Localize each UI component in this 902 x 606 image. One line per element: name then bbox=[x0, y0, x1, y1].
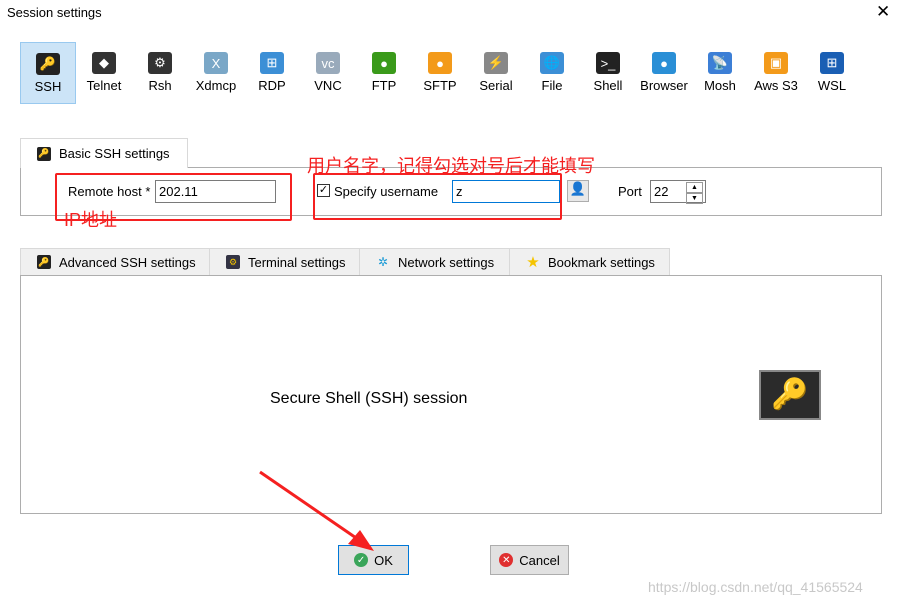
session-type-file[interactable]: 🌐 File bbox=[524, 42, 580, 104]
session-type-telnet[interactable]: ◆ Telnet bbox=[76, 42, 132, 104]
tab-terminal-settings[interactable]: ⚙ Terminal settings bbox=[209, 248, 360, 276]
window-title: Session settings bbox=[7, 5, 102, 20]
session-type-label: Mosh bbox=[704, 78, 736, 93]
session-type-aws-s3[interactable]: ▣ Aws S3 bbox=[748, 42, 804, 104]
session-type-sftp[interactable]: ● SFTP bbox=[412, 42, 468, 104]
cancel-button[interactable]: ✕ Cancel bbox=[490, 545, 569, 575]
session-type-label: Browser bbox=[640, 78, 688, 93]
windows-monitor-icon: ⊞ bbox=[260, 52, 284, 74]
key-icon: 🔑 bbox=[37, 255, 51, 269]
cancel-label: Cancel bbox=[519, 552, 560, 568]
tab-bookmark-settings[interactable]: ★ Bookmark settings bbox=[509, 248, 670, 276]
session-type-label: FTP bbox=[371, 78, 397, 93]
session-type-xdmcp[interactable]: X Xdmcp bbox=[188, 42, 244, 104]
ok-label: OK bbox=[374, 552, 393, 568]
orange-globe-icon: ● bbox=[428, 52, 452, 74]
key-icon: 🔑 bbox=[36, 53, 60, 75]
file-monitor-icon: 🌐 bbox=[540, 52, 564, 74]
session-description: Secure Shell (SSH) session bbox=[270, 390, 468, 407]
session-type-ftp[interactable]: ● FTP bbox=[356, 42, 412, 104]
gem-icon: ◆ bbox=[92, 52, 116, 74]
check-icon: ✓ bbox=[354, 553, 369, 567]
session-type-browser[interactable]: ● Browser bbox=[636, 42, 692, 104]
session-type-label: WSL bbox=[817, 78, 847, 93]
vnc-monitor-icon: vc bbox=[316, 52, 340, 74]
terminal-icon: >_ bbox=[596, 52, 620, 74]
session-type-label: SSH bbox=[34, 79, 62, 94]
tab-label: Advanced SSH settings bbox=[59, 254, 196, 270]
tab-label: Basic SSH settings bbox=[59, 146, 170, 161]
tab-basic-ssh-settings[interactable]: 🔑 Basic SSH settings bbox=[20, 138, 188, 168]
port-spinner[interactable]: ▲ ▼ bbox=[686, 182, 703, 204]
session-type-label: VNC bbox=[314, 78, 342, 93]
session-type-serial[interactable]: ⚡ Serial bbox=[468, 42, 524, 104]
tab-advanced-ssh-settings[interactable]: 🔑 Advanced SSH settings bbox=[20, 248, 210, 276]
session-type-mosh[interactable]: 📡 Mosh bbox=[692, 42, 748, 104]
globe-icon: ● bbox=[652, 52, 676, 74]
session-type-label: Shell bbox=[593, 78, 623, 93]
satellite-icon: 📡 bbox=[708, 52, 732, 74]
session-type-label: Serial bbox=[479, 78, 513, 93]
session-type-label: Xdmcp bbox=[195, 78, 237, 93]
tab-label: Network settings bbox=[398, 254, 495, 270]
green-globe-icon: ● bbox=[372, 52, 396, 74]
session-type-label: RDP bbox=[258, 78, 286, 93]
session-type-label: SFTP bbox=[423, 78, 457, 93]
port-label: Port bbox=[618, 184, 642, 199]
star-icon: ★ bbox=[526, 254, 540, 271]
session-type-ssh[interactable]: 🔑 SSH bbox=[20, 42, 76, 104]
windows-icon: ⊞ bbox=[820, 52, 844, 74]
session-type-wsl[interactable]: ⊞ WSL bbox=[804, 42, 860, 104]
x-monitor-icon: X bbox=[204, 52, 228, 74]
tab-network-settings[interactable]: ✲ Network settings bbox=[359, 248, 510, 276]
tab-label: Terminal settings bbox=[248, 254, 346, 270]
session-type-rdp[interactable]: ⊞ RDP bbox=[244, 42, 300, 104]
session-type-label: Telnet bbox=[86, 78, 122, 93]
session-type-vnc[interactable]: vc VNC bbox=[300, 42, 356, 104]
watermark: https://blog.csdn.net/qq_41565524 bbox=[648, 579, 863, 595]
aws-cubes-icon: ▣ bbox=[764, 52, 788, 74]
cancel-icon: ✕ bbox=[499, 553, 514, 567]
plug-icon: ⚡ bbox=[484, 52, 508, 74]
session-type-rsh[interactable]: ⚙ Rsh bbox=[132, 42, 188, 104]
tab-label: Bookmark settings bbox=[548, 254, 655, 270]
session-type-label: Rsh bbox=[148, 78, 172, 93]
session-type-label: Aws S3 bbox=[754, 78, 798, 93]
close-button[interactable]: ✕ bbox=[876, 2, 890, 22]
key-icon: 🔑 bbox=[37, 146, 51, 161]
username-annotation: 用户名字，记得勾选对号后才能填写 bbox=[307, 156, 595, 176]
network-icon: ✲ bbox=[377, 255, 389, 269]
terminal-icon: ⚙ bbox=[226, 255, 240, 269]
session-type-label: File bbox=[541, 78, 563, 93]
session-type-shell[interactable]: >_ Shell bbox=[580, 42, 636, 104]
ip-annotation: IP地址 bbox=[64, 210, 118, 230]
ok-button[interactable]: ✓ OK bbox=[338, 545, 409, 575]
gears-icon: ⚙ bbox=[148, 52, 172, 74]
user-key-icon[interactable]: 👤 bbox=[567, 180, 589, 202]
ssh-key-icon: 🔑 bbox=[759, 370, 821, 420]
annotation-box-username bbox=[313, 173, 562, 220]
